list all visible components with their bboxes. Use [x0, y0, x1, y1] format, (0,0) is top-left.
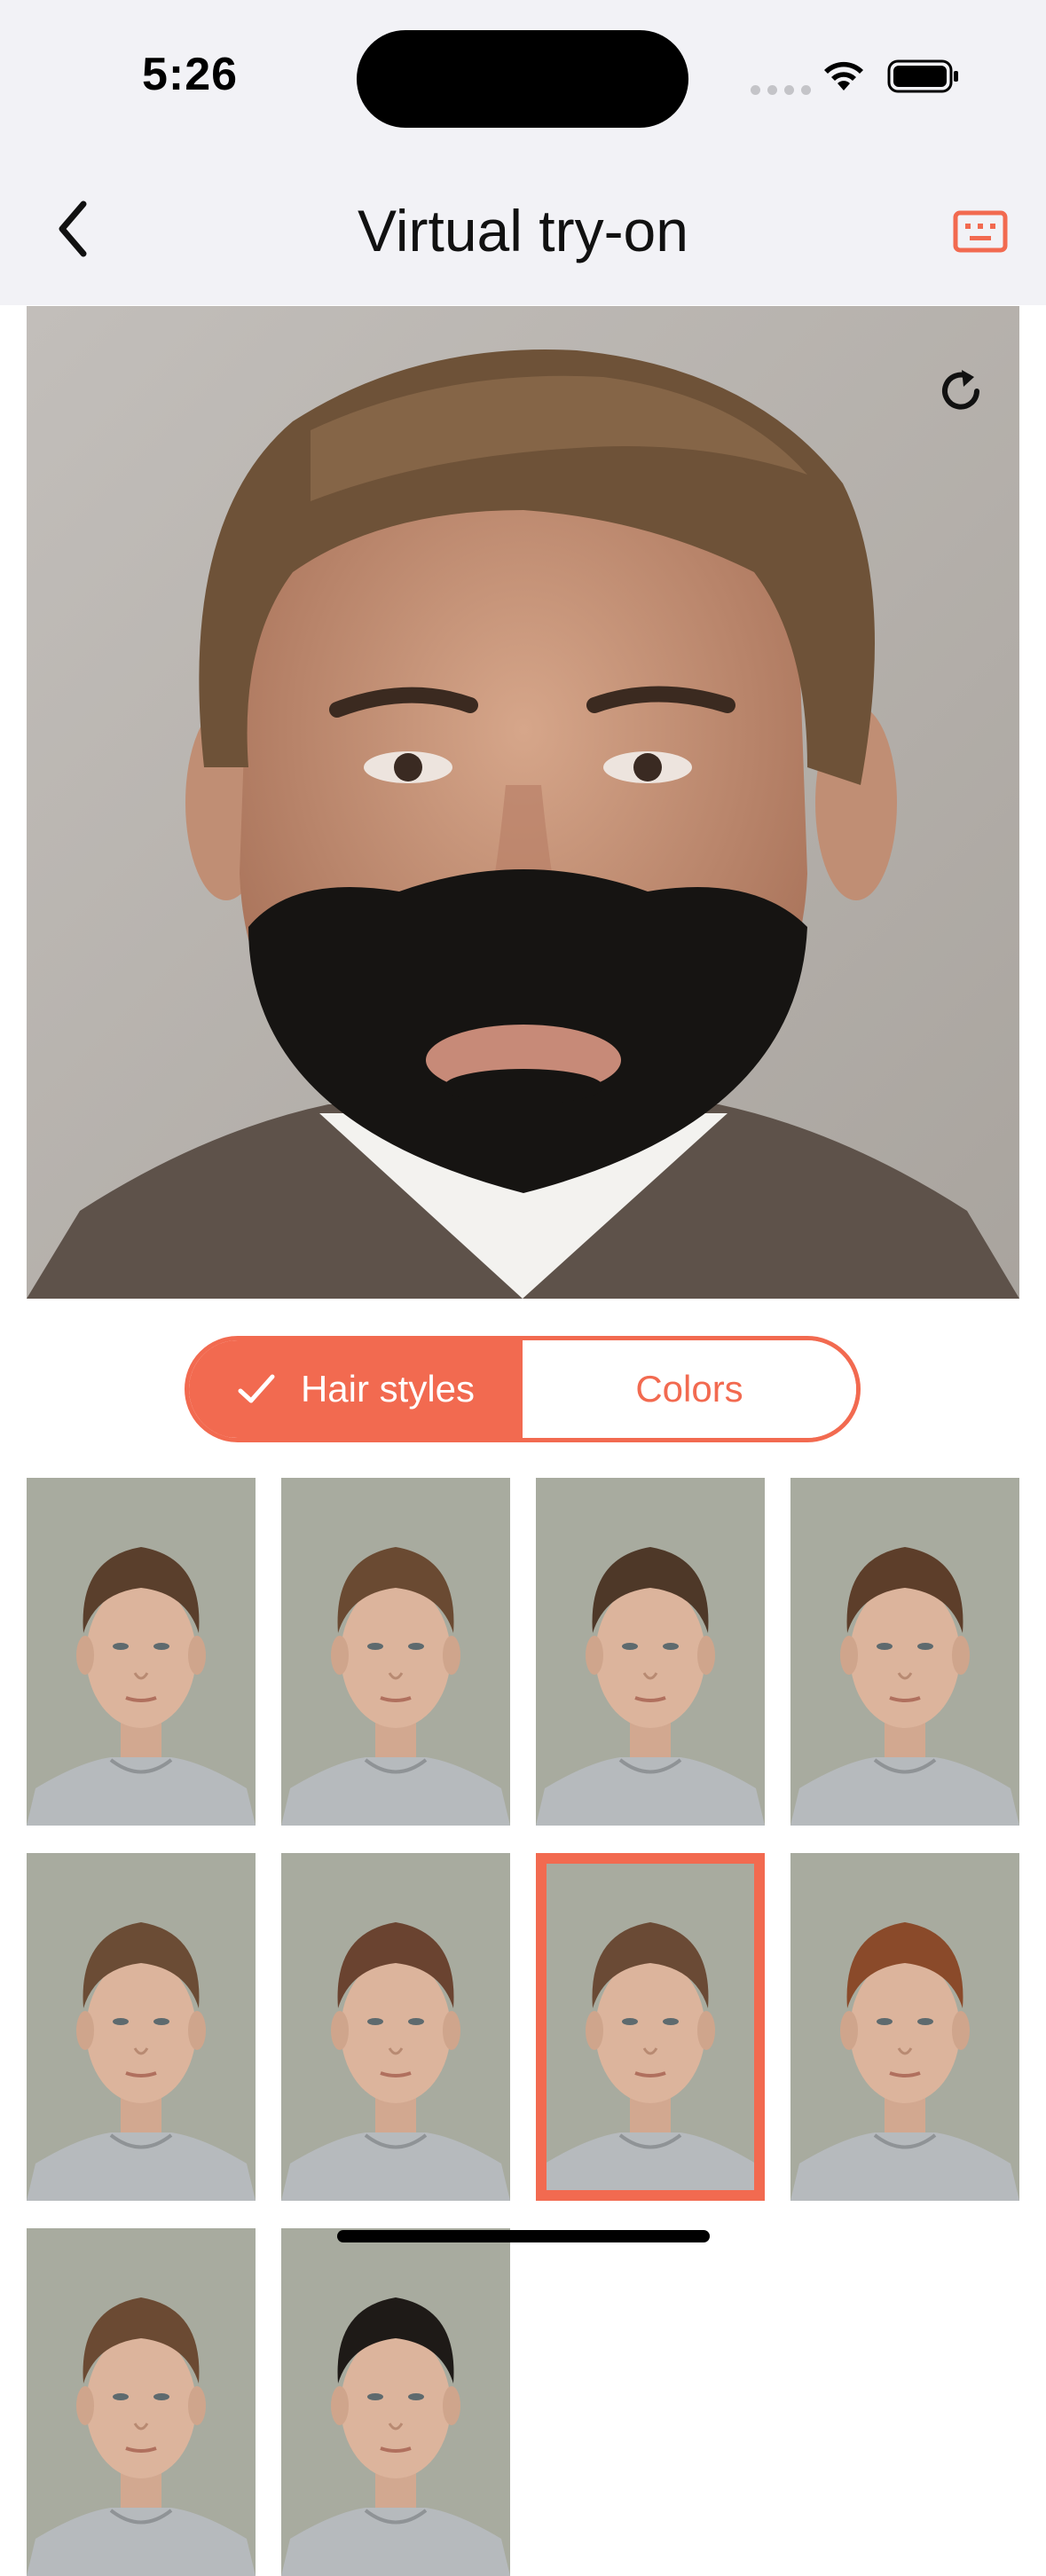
tab-colors-label: Colors — [635, 1368, 743, 1410]
checkmark-icon — [238, 1374, 275, 1403]
status-bar: 5:26 — [0, 0, 1046, 151]
tab-hair-styles-label: Hair styles — [300, 1368, 476, 1410]
style-color-segmented-control: Hair styles Colors — [185, 1336, 861, 1442]
hairstyle-option[interactable] — [27, 1478, 256, 1826]
page-title: Virtual try-on — [358, 198, 688, 263]
keyboard-icon[interactable] — [953, 209, 1008, 254]
tab-hair-styles[interactable]: Hair styles — [189, 1340, 523, 1438]
hairstyle-option[interactable] — [790, 1853, 1019, 2201]
hairstyle-option[interactable] — [790, 1478, 1019, 1826]
battery-icon — [887, 59, 958, 93]
wifi-icon — [824, 61, 863, 90]
cellular-signal-icon — [751, 85, 811, 95]
status-time: 5:26 — [142, 49, 239, 100]
hairstyle-option[interactable] — [281, 1478, 510, 1826]
hairstyle-option[interactable] — [536, 1478, 765, 1826]
refresh-icon[interactable] — [935, 365, 987, 417]
hairstyle-option[interactable] — [536, 1853, 765, 2201]
hairstyle-option[interactable] — [27, 2228, 256, 2576]
hairstyle-option[interactable] — [281, 1853, 510, 2201]
hairstyle-option[interactable] — [281, 2228, 510, 2576]
tab-colors[interactable]: Colors — [523, 1340, 856, 1438]
try-on-preview-photo — [27, 306, 1019, 1299]
hairstyle-option[interactable] — [27, 1853, 256, 2201]
dynamic-island — [357, 30, 688, 128]
home-indicator — [337, 2230, 710, 2242]
